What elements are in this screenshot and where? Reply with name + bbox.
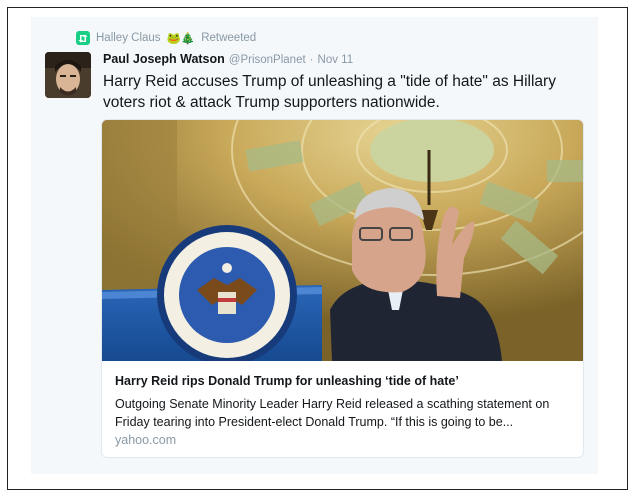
retweet-icon <box>76 31 90 45</box>
retweeter-name[interactable]: Halley Claus <box>96 32 161 44</box>
author-handle[interactable]: @PrisonPlanet <box>229 54 306 66</box>
link-card-description: Outgoing Senate Minority Leader Harry Re… <box>115 397 550 429</box>
link-card-title[interactable]: Harry Reid rips Donald Trump for unleash… <box>115 374 459 388</box>
header-separator: · <box>309 54 314 66</box>
article-photo <box>102 120 583 361</box>
tweet-text: Harry Reid accuses Trump of unleashing a… <box>103 73 556 111</box>
retweet-context: Halley Claus 🐸🎄 Retweeted <box>76 31 256 45</box>
tweet-header: Paul Joseph Watson @PrisonPlanet · Nov 1… <box>103 52 353 66</box>
link-preview-card[interactable]: Harry Reid rips Donald Trump for unleash… <box>101 119 584 458</box>
avatar[interactable] <box>45 52 91 98</box>
tweet-date[interactable]: Nov 11 <box>318 54 354 66</box>
retweeted-label: Retweeted <box>201 32 257 44</box>
link-card-domain[interactable]: yahoo.com <box>115 433 176 447</box>
author-name[interactable]: Paul Joseph Watson <box>103 52 225 66</box>
retweeter-emoji: 🐸🎄 <box>166 33 196 45</box>
